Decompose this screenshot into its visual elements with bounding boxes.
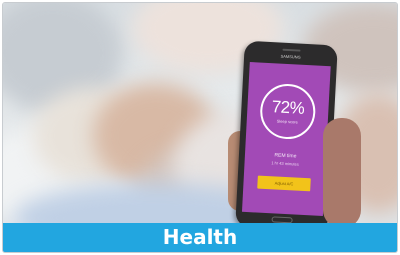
- bedroom-photo: SAMSUNG 72% Sleep score REM time 1 hr 43…: [3, 3, 397, 223]
- home-button: [271, 216, 293, 223]
- phone-speaker: [282, 48, 301, 52]
- sleep-score-value: 72%: [271, 97, 305, 118]
- health-card[interactable]: SAMSUNG 72% Sleep score REM time 1 hr 43…: [2, 2, 398, 253]
- hand-thumb: [323, 118, 361, 223]
- adjust-ac-button: Adjust A/C: [257, 175, 311, 192]
- sleep-score-ring: 72% Sleep score: [258, 82, 317, 141]
- phone-brand: SAMSUNG: [280, 53, 301, 60]
- category-banner[interactable]: Health: [3, 223, 397, 252]
- phone-screen: 72% Sleep score REM time 1 hr 43 minutes…: [241, 61, 331, 217]
- category-title: Health: [162, 225, 238, 249]
